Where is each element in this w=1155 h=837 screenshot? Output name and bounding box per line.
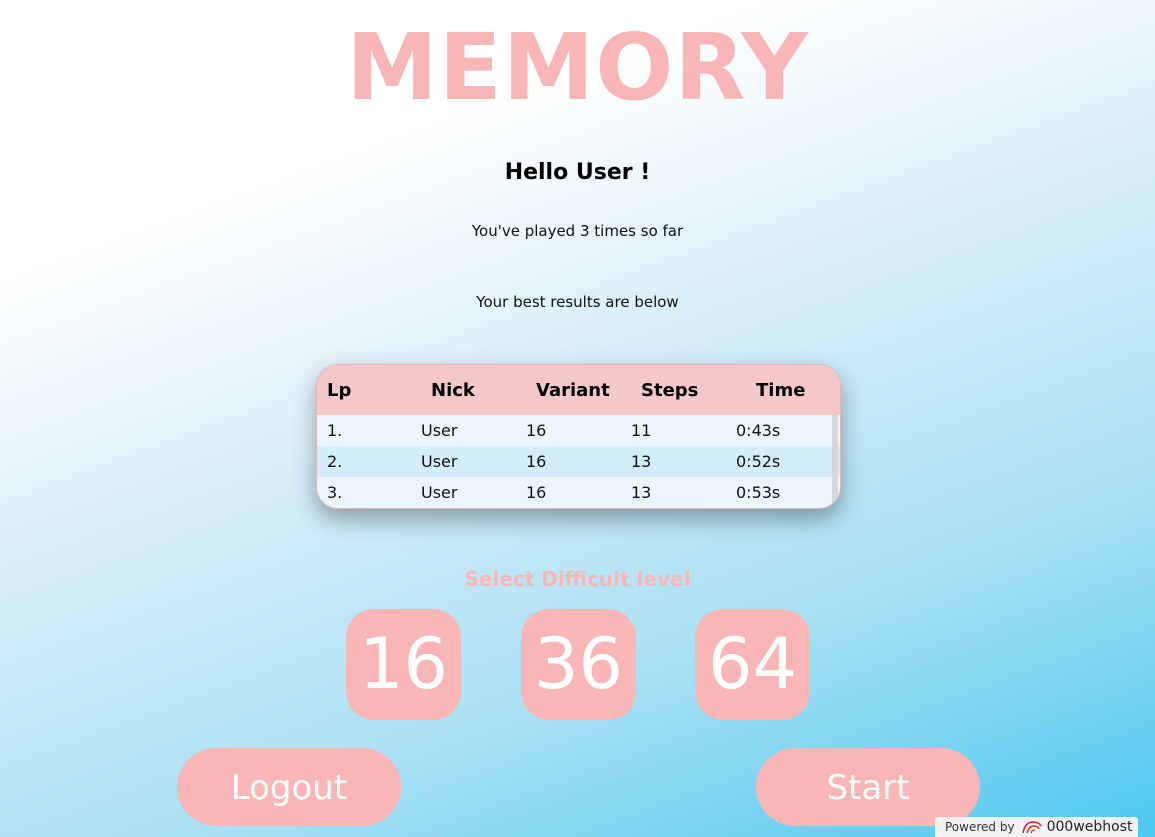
column-header-lp: Lp (327, 379, 352, 401)
cell-lp: 3. (327, 483, 343, 502)
powered-by-label: Powered by (945, 820, 1015, 834)
table-scrollbar[interactable] (832, 415, 838, 508)
column-header-variant: Variant (536, 379, 610, 401)
logout-button[interactable]: Logout (177, 748, 401, 826)
column-header-steps: Steps (641, 379, 699, 401)
powered-by-badge[interactable]: Powered by 000webhost (935, 817, 1138, 837)
cell-steps: 13 (631, 452, 652, 471)
cell-time: 0:52s (736, 452, 781, 471)
cell-time: 0:53s (736, 483, 781, 502)
table-row: 1. User 16 11 0:43s (317, 415, 840, 446)
table-row: 2. User 16 13 0:52s (317, 446, 840, 477)
cell-nick: User (421, 452, 458, 471)
cell-lp: 1. (327, 421, 343, 440)
column-header-time: Time (756, 379, 806, 401)
cell-nick: User (421, 483, 458, 502)
cell-lp: 2. (327, 452, 343, 471)
webhost-logo-icon (1021, 821, 1042, 834)
cell-variant: 16 (526, 452, 547, 471)
level-16-button[interactable]: 16 (346, 609, 461, 720)
played-count-text: You've played 3 times so far (471, 222, 684, 240)
cell-time: 0:43s (736, 421, 781, 440)
difficulty-label: Select Difficult level (464, 567, 691, 591)
cell-steps: 13 (631, 483, 652, 502)
table-row: 3. User 16 13 0:53s (317, 477, 840, 508)
column-header-nick: Nick (431, 379, 475, 401)
cell-nick: User (421, 421, 458, 440)
level-36-button[interactable]: 36 (521, 609, 636, 720)
level-64-button[interactable]: 64 (695, 609, 810, 720)
cell-steps: 11 (631, 421, 652, 440)
cell-variant: 16 (526, 483, 547, 502)
page-title: MEMORY (346, 14, 809, 121)
table-header: Lp Nick Variant Steps Time (317, 365, 840, 415)
start-button[interactable]: Start (756, 748, 980, 826)
cell-variant: 16 (526, 421, 547, 440)
greeting: Hello User ! (504, 160, 651, 185)
best-results-text: Your best results are below (476, 293, 679, 311)
webhost-brand: 000webhost (1046, 819, 1133, 835)
results-table: Lp Nick Variant Steps Time 1. User 16 11… (316, 364, 841, 509)
